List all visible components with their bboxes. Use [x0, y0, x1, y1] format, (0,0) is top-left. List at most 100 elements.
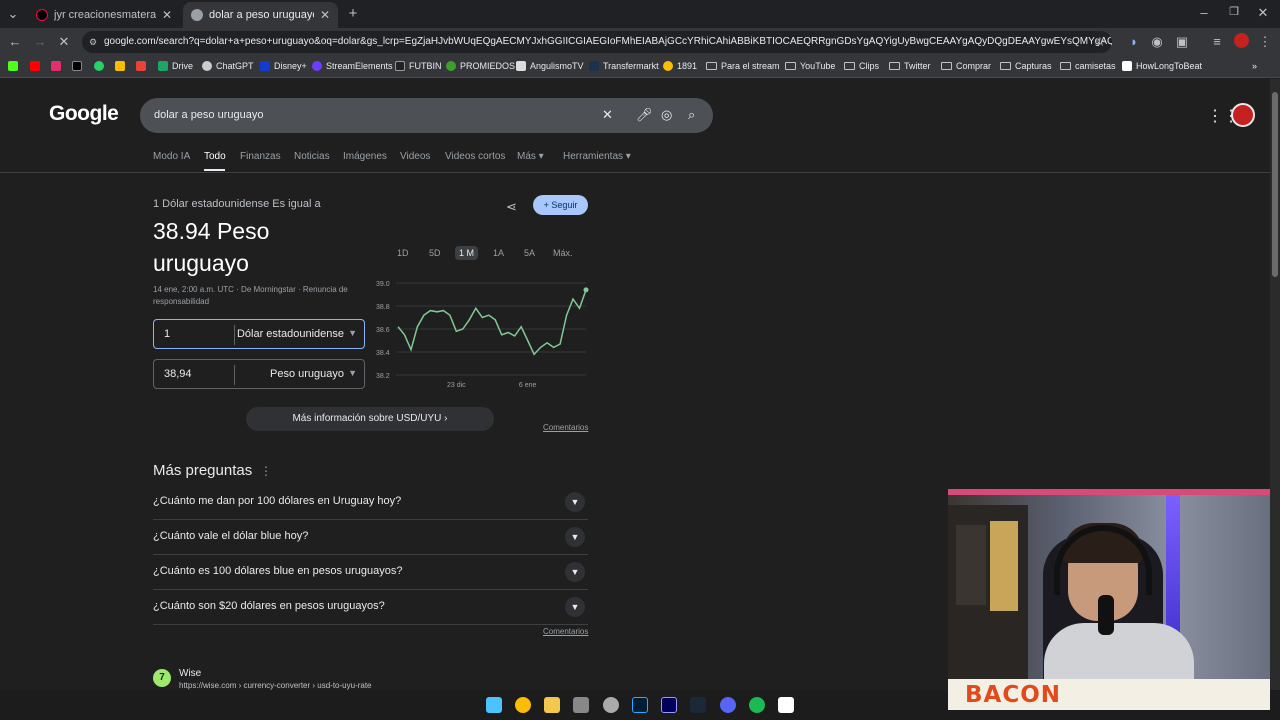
app-icon[interactable]	[603, 697, 619, 713]
premiere-icon[interactable]	[661, 697, 677, 713]
media-controls-icon[interactable]: ≡	[1210, 34, 1224, 49]
tab-videos[interactable]: Videos	[400, 151, 430, 162]
microphone-icon[interactable]: 🎤︎	[636, 107, 653, 123]
exchange-rate-chart[interactable]: 39.0 38.8 38.6 38.4 38.2 23 dic 6 ene	[370, 277, 592, 392]
discord-icon[interactable]	[720, 697, 736, 713]
chevron-down-icon[interactable]: ▼	[348, 328, 357, 338]
chrome-icon[interactable]	[515, 697, 531, 713]
steam-icon[interactable]	[690, 697, 706, 713]
tab-herramientas[interactable]: Herramientas ▾	[563, 151, 631, 162]
bookmark-disney[interactable]: Disney+	[260, 61, 307, 71]
more-options-icon[interactable]: ⋮	[260, 464, 272, 478]
extension-icon[interactable]: ◗	[1127, 34, 1141, 49]
more-bookmarks-icon[interactable]: »	[1252, 61, 1257, 71]
faq-item[interactable]: ¿Cuánto es 100 dólares blue en pesos uru…	[153, 555, 588, 590]
bookmark-youtube-folder[interactable]: YouTube	[785, 61, 835, 71]
feedback-link[interactable]: Comentarios	[543, 627, 588, 636]
bookmark-youtube[interactable]	[30, 61, 44, 71]
scrollbar-thumb[interactable]	[1272, 92, 1278, 277]
bookmark-twitter[interactable]: Twitter	[889, 61, 931, 71]
chevron-down-icon[interactable]: ▼	[565, 597, 585, 617]
back-icon[interactable]: ←	[8, 34, 22, 49]
search-icon[interactable]: ⌕	[688, 107, 695, 123]
faq-item[interactable]: ¿Cuánto vale el dólar blue hoy? ▼	[153, 520, 588, 555]
bookmark-futbin[interactable]: FUTBIN	[395, 61, 442, 71]
range-5a[interactable]: 5A	[520, 246, 539, 260]
range-5d[interactable]: 5D	[425, 246, 445, 260]
bookmark-kick[interactable]	[8, 61, 22, 71]
bookmark-camisetas[interactable]: camisetas	[1060, 61, 1116, 71]
bookmark-instagram[interactable]	[51, 61, 65, 71]
app-icon[interactable]	[573, 697, 589, 713]
search-input[interactable]: dolar a peso uruguayo	[154, 109, 263, 121]
bookmark-star-icon[interactable]: ☆	[1093, 34, 1107, 50]
more-info-button[interactable]: Más información sobre USD/UYU ›	[246, 407, 494, 431]
notion-icon[interactable]	[778, 697, 794, 713]
new-tab-icon[interactable]: +	[346, 5, 360, 22]
chevron-down-icon[interactable]: ▼	[565, 492, 585, 512]
bookmark-promiedos[interactable]: PROMIEDOS	[446, 61, 515, 71]
tab-finanzas[interactable]: Finanzas	[240, 151, 281, 162]
site-info-icon[interactable]: ⚙	[89, 31, 97, 53]
close-tab-icon[interactable]: ✕	[162, 8, 172, 22]
bookmark-comprar[interactable]: Comprar	[941, 61, 991, 71]
follow-button[interactable]: + Seguir	[533, 195, 588, 215]
file-explorer-icon[interactable]	[544, 697, 560, 713]
tab-noticias[interactable]: Noticias	[294, 151, 330, 162]
bookmark-streamelements[interactable]: StreamElements	[312, 61, 393, 71]
spotify-icon[interactable]	[749, 697, 765, 713]
close-tab-icon[interactable]: ✕	[320, 8, 330, 22]
tab-todo[interactable]: Todo	[204, 151, 226, 162]
search-box[interactable]: dolar a peso uruguayo ✕ 🎤︎ ◎ ⌕	[140, 98, 713, 133]
range-1a[interactable]: 1A	[489, 246, 508, 260]
bookmark-whatsapp[interactable]	[94, 61, 108, 71]
bookmark-gmail[interactable]	[136, 61, 150, 71]
forward-icon[interactable]: →	[33, 34, 47, 49]
feedback-link[interactable]: Comentarios	[543, 423, 588, 432]
extension-icon[interactable]: ◉	[1150, 34, 1164, 50]
tab-google-search[interactable]: dolar a peso uruguayo - Buscar ✕	[183, 2, 338, 28]
bookmark-capturas[interactable]: Capturas	[1000, 61, 1052, 71]
tab-mas[interactable]: Más ▾	[517, 151, 544, 162]
profile-avatar[interactable]	[1234, 33, 1249, 48]
extensions-puzzle-icon[interactable]: ▣	[1175, 34, 1189, 50]
bookmark-x[interactable]	[72, 61, 86, 71]
bookmark-chatgpt[interactable]: ChatGPT	[202, 61, 254, 71]
tab-videos-cortos[interactable]: Videos cortos	[445, 151, 505, 162]
bookmark-para-el-stream[interactable]: Para el stream	[706, 61, 780, 71]
tab-imagenes[interactable]: Imágenes	[343, 151, 387, 162]
windows-start-icon[interactable]	[486, 697, 502, 713]
bookmark-drive[interactable]: Drive	[158, 61, 193, 71]
bookmark-1891[interactable]: 1891	[663, 61, 697, 71]
result-site-name[interactable]: Wise	[179, 668, 201, 679]
google-logo[interactable]: Google	[49, 102, 119, 126]
bookmark-howlongtobeat[interactable]: HowLongToBeat	[1122, 61, 1202, 71]
range-1d[interactable]: 1D	[393, 246, 413, 260]
lens-icon[interactable]: ◎	[661, 107, 672, 123]
bookmark-extra[interactable]	[115, 61, 129, 71]
restore-icon[interactable]: ❐	[1227, 5, 1241, 18]
minimize-icon[interactable]: –	[1197, 5, 1211, 20]
to-currency-select[interactable]: Peso uruguayo	[270, 368, 344, 380]
photoshop-icon[interactable]	[632, 697, 648, 713]
faq-item[interactable]: ¿Cuánto me dan por 100 dólares en Urugua…	[153, 485, 588, 520]
address-bar[interactable]: ⚙ google.com/search?q=dolar+a+peso+urugu…	[82, 31, 1112, 53]
faq-item[interactable]: ¿Cuánto son $20 dólares en pesos uruguay…	[153, 590, 588, 625]
to-amount-input[interactable]: 38,94	[164, 368, 192, 380]
from-amount-input[interactable]: 1	[164, 328, 170, 340]
tab-search-icon[interactable]: ⌄	[6, 6, 20, 22]
bookmark-angulismotv[interactable]: AngulismoTV	[516, 61, 584, 71]
chevron-down-icon[interactable]: ▼	[565, 527, 585, 547]
tab-modo-ia[interactable]: Modo IA	[153, 151, 190, 162]
share-icon[interactable]: ⋖	[506, 199, 517, 215]
menu-icon[interactable]: ⋮	[1258, 34, 1272, 50]
bookmark-transfermarkt[interactable]: Transfermarkt	[589, 61, 659, 71]
tab-tiktok[interactable]: jyr creacionesmateras (@jyrcrea ✕	[28, 2, 180, 28]
from-currency-select[interactable]: Dólar estadounidense	[237, 328, 344, 340]
range-1m[interactable]: 1 M	[455, 246, 479, 260]
clear-icon[interactable]: ✕	[602, 107, 613, 123]
bookmark-clips[interactable]: Clips	[844, 61, 879, 71]
avatar[interactable]	[1231, 103, 1255, 127]
stop-loading-icon[interactable]: ✕	[57, 34, 71, 50]
result-url[interactable]: https://wise.com › currency-converter › …	[179, 681, 372, 690]
